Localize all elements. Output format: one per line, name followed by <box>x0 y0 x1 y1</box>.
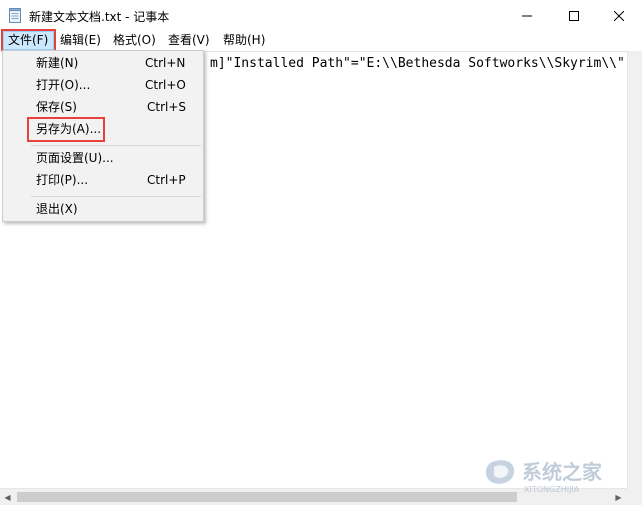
watermark-domain-text: XITONGZHIJIA <box>524 485 580 494</box>
menu-bar: 文件(F) 编辑(E) 格式(O) 查看(V) 帮助(H) <box>0 31 642 50</box>
site-watermark-logo: 系统之家 XITONGZHIJIA <box>480 455 640 495</box>
menu-item-shortcut: Ctrl+N <box>145 56 186 70</box>
menu-item-page-setup[interactable]: 页面设置(U)... <box>4 148 202 169</box>
menu-item-print[interactable]: 打印(P)... Ctrl+P <box>4 170 202 191</box>
menu-separator <box>31 145 201 146</box>
vertical-scrollbar[interactable] <box>627 51 642 488</box>
menu-item-save-as[interactable]: 另存为(A)... <box>4 119 202 140</box>
menu-item-label: 保存(S) <box>36 100 77 114</box>
menu-item-label: 新建(N) <box>36 56 79 70</box>
menu-file[interactable]: 文件(F) <box>3 31 54 50</box>
menu-separator <box>31 196 201 197</box>
menu-item-shortcut: Ctrl+S <box>147 100 187 114</box>
menu-item-exit[interactable]: 退出(X) <box>4 199 202 220</box>
menu-help[interactable]: 帮助(H) <box>219 31 269 50</box>
menu-format[interactable]: 格式(O) <box>109 31 160 50</box>
close-icon <box>614 10 624 21</box>
horizontal-scroll-thumb[interactable] <box>17 492 517 502</box>
watermark-brand-text: 系统之家 <box>522 460 603 484</box>
file-menu-dropdown: 新建(N) Ctrl+N 打开(O)... Ctrl+O 保存(S) Ctrl+… <box>2 50 204 222</box>
menu-item-shortcut: Ctrl+O <box>145 78 186 92</box>
title-bar[interactable]: 新建文本文档.txt - 记事本 <box>0 0 642 31</box>
menu-item-label: 打印(P)... <box>36 173 89 187</box>
editor-text-content: m]"Installed Path"="E:\\Bethesda Softwor… <box>210 56 625 71</box>
menu-view[interactable]: 查看(V) <box>164 31 214 50</box>
close-button[interactable] <box>596 0 642 31</box>
menu-edit[interactable]: 编辑(E) <box>56 31 105 50</box>
window-title: 新建文本文档.txt - 记事本 <box>29 10 170 24</box>
menu-item-shortcut: Ctrl+P <box>147 173 186 187</box>
maximize-icon <box>569 10 579 21</box>
menu-item-open[interactable]: 打开(O)... Ctrl+O <box>4 75 202 96</box>
menu-item-label: 退出(X) <box>36 202 78 216</box>
minimize-button[interactable] <box>504 0 550 31</box>
minimize-icon <box>522 15 532 16</box>
notepad-app-icon <box>9 8 22 23</box>
menu-item-label: 页面设置(U)... <box>36 151 114 165</box>
menu-item-new[interactable]: 新建(N) Ctrl+N <box>4 53 202 74</box>
menu-item-save[interactable]: 保存(S) Ctrl+S <box>4 97 202 118</box>
notepad-window: 新建文本文档.txt - 记事本 文件(F) 编辑(E) 格式(O) 查看(V)… <box>0 0 642 505</box>
maximize-button[interactable] <box>551 0 597 31</box>
menu-item-label: 打开(O)... <box>36 78 91 92</box>
menu-item-label: 另存为(A)... <box>36 122 102 136</box>
scroll-left-arrow-icon[interactable]: ◀ <box>0 489 15 506</box>
